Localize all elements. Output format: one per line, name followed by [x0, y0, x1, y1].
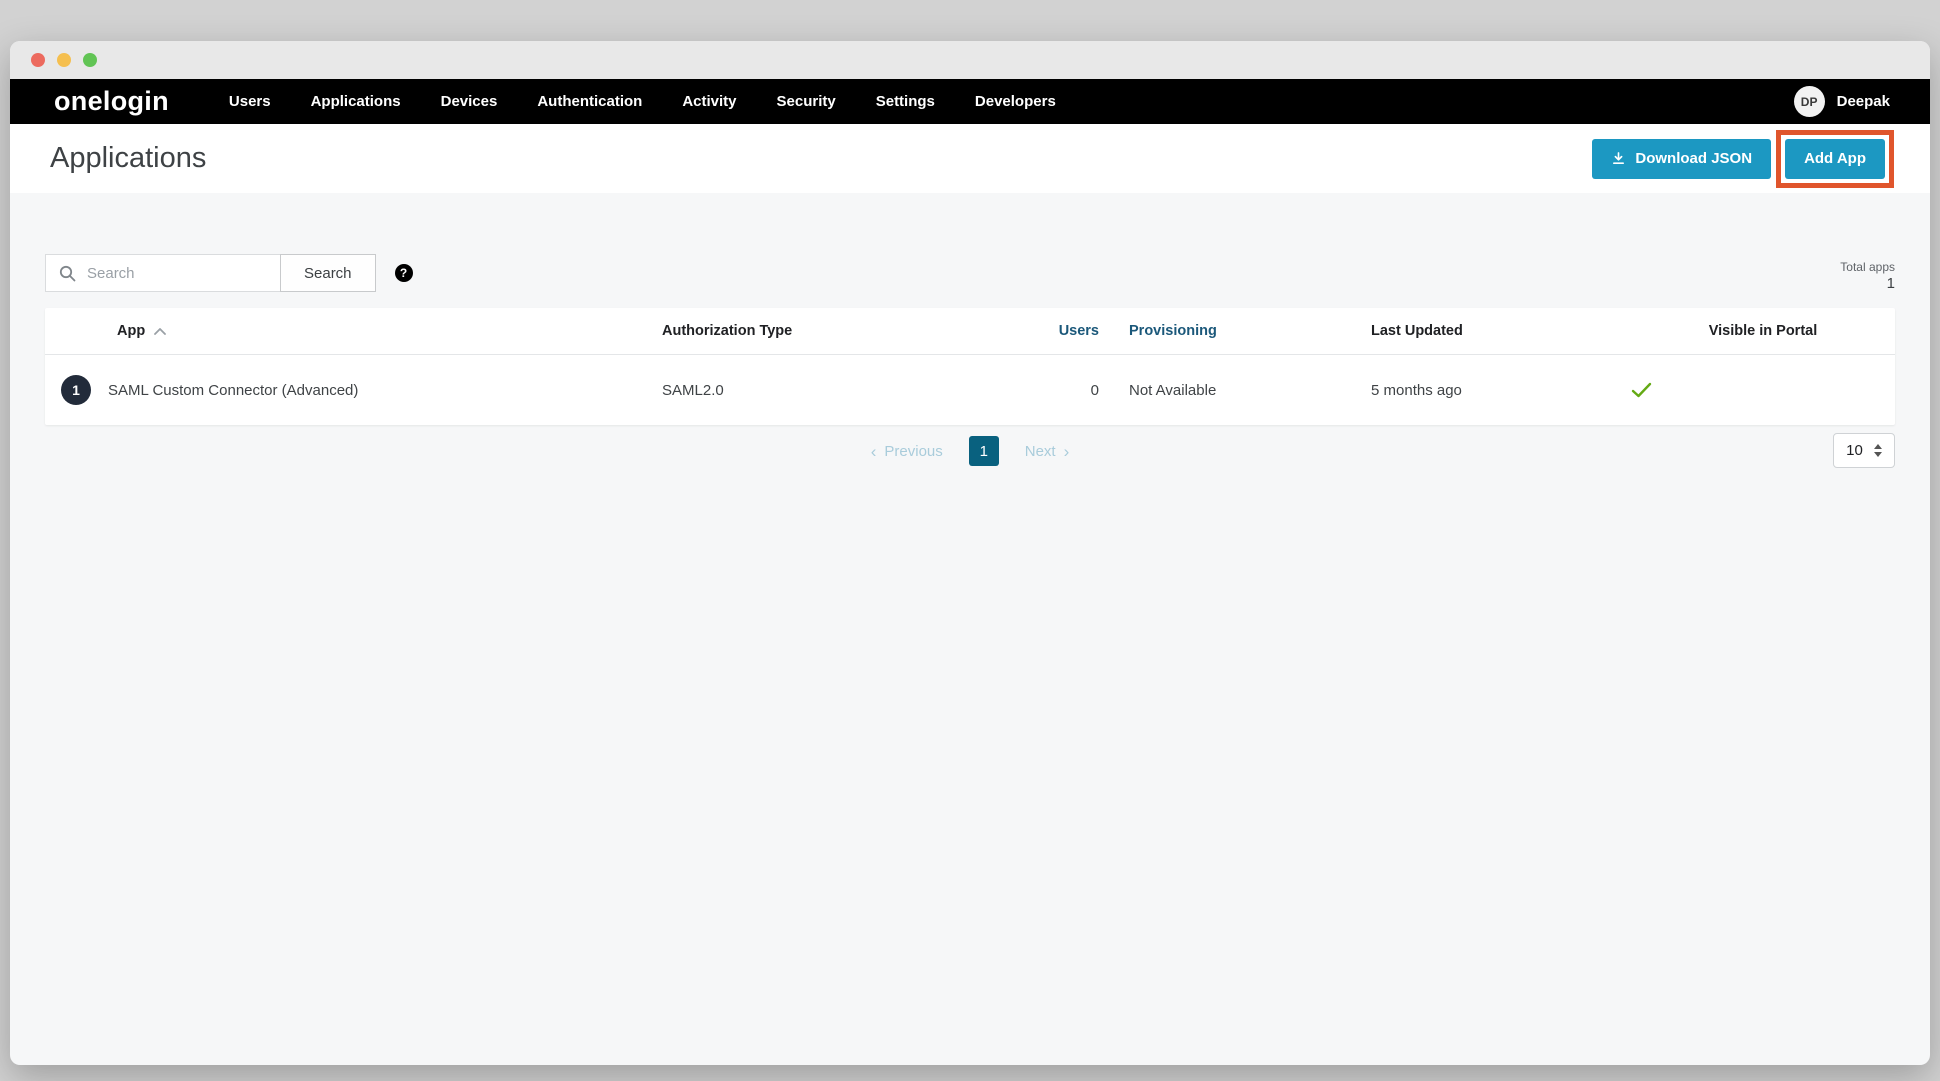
visible-in-portal-cell — [1631, 382, 1895, 398]
page-header: Applications Download JSON Add App — [10, 124, 1930, 193]
search-icon — [59, 265, 76, 282]
add-app-highlight: Add App — [1776, 130, 1894, 188]
total-apps-label: Total apps — [1840, 260, 1895, 274]
content-area: Search ? Total apps 1 App Authorization … — [10, 193, 1930, 1065]
pagination: ‹ Previous 1 Next › — [45, 433, 1895, 469]
next-label: Next — [1025, 443, 1056, 460]
previous-page-button[interactable]: ‹ Previous — [871, 443, 943, 460]
close-button[interactable] — [31, 53, 45, 67]
search-button[interactable]: Search — [280, 254, 376, 292]
nav-item-activity[interactable]: Activity — [682, 93, 736, 110]
search-box — [45, 254, 281, 292]
minimize-button[interactable] — [57, 53, 71, 67]
column-header-app[interactable]: App — [45, 323, 662, 339]
page-size-select[interactable]: 10 — [1833, 433, 1895, 468]
nav-item-developers[interactable]: Developers — [975, 93, 1056, 110]
nav-item-settings[interactable]: Settings — [876, 93, 935, 110]
column-header-users[interactable]: Users — [1029, 323, 1099, 339]
help-icon[interactable]: ? — [395, 264, 413, 282]
add-app-button[interactable]: Add App — [1785, 139, 1885, 179]
download-json-button[interactable]: Download JSON — [1592, 139, 1771, 179]
previous-label: Previous — [884, 443, 942, 460]
current-page-button[interactable]: 1 — [969, 436, 999, 466]
table-row[interactable]: 1 SAML Custom Connector (Advanced) SAML2… — [45, 355, 1895, 425]
stepper-arrows-icon — [1874, 444, 1882, 457]
check-icon — [1631, 382, 1895, 398]
nav-item-users[interactable]: Users — [229, 93, 271, 110]
nav-item-authentication[interactable]: Authentication — [537, 93, 642, 110]
page-title: Applications — [50, 142, 206, 175]
header-actions: Download JSON Add App — [1592, 130, 1894, 188]
chevron-left-icon: ‹ — [871, 443, 877, 460]
user-name: Deepak — [1837, 93, 1890, 110]
window-titlebar — [10, 41, 1930, 79]
column-header-visible-in-portal: Visible in Portal — [1631, 323, 1895, 339]
user-menu[interactable]: DP Deepak — [1794, 86, 1890, 117]
next-page-button[interactable]: Next › — [1025, 443, 1070, 460]
sort-ascending-icon — [154, 328, 166, 335]
app-name[interactable]: SAML Custom Connector (Advanced) — [108, 382, 358, 399]
nav-item-applications[interactable]: Applications — [311, 93, 401, 110]
provisioning-cell: Not Available — [1099, 382, 1371, 399]
app-window: onelogin Users Applications Devices Auth… — [10, 41, 1930, 1065]
column-header-auth-type: Authorization Type — [662, 323, 1029, 339]
nav-item-devices[interactable]: Devices — [441, 93, 498, 110]
app-cell[interactable]: 1 SAML Custom Connector (Advanced) — [45, 375, 662, 405]
app-number-badge: 1 — [61, 375, 91, 405]
chevron-right-icon: › — [1064, 443, 1070, 460]
onelogin-logo: onelogin — [54, 86, 169, 117]
auth-type-cell: SAML2.0 — [662, 382, 1029, 399]
maximize-button[interactable] — [83, 53, 97, 67]
download-json-label: Download JSON — [1635, 150, 1752, 167]
column-header-provisioning[interactable]: Provisioning — [1099, 323, 1371, 339]
toolbar: Search ? Total apps 1 — [45, 254, 1895, 292]
top-navbar: onelogin Users Applications Devices Auth… — [10, 79, 1930, 124]
app-column-label: App — [117, 323, 145, 339]
page-size-value: 10 — [1846, 442, 1863, 459]
column-header-last-updated: Last Updated — [1371, 323, 1631, 339]
nav-menu: Users Applications Devices Authenticatio… — [229, 93, 1056, 110]
avatar[interactable]: DP — [1794, 86, 1825, 117]
search-input[interactable] — [87, 265, 257, 282]
total-apps: Total apps 1 — [1840, 254, 1895, 292]
applications-table: App Authorization Type Users Provisionin… — [45, 308, 1895, 425]
table-header-row: App Authorization Type Users Provisionin… — [45, 308, 1895, 355]
users-cell: 0 — [1029, 382, 1099, 399]
nav-item-security[interactable]: Security — [777, 93, 836, 110]
download-icon — [1611, 151, 1626, 166]
add-app-label: Add App — [1804, 150, 1866, 167]
pagination-row: ‹ Previous 1 Next › 10 — [45, 433, 1895, 469]
total-apps-value: 1 — [1887, 275, 1895, 292]
last-updated-cell: 5 months ago — [1371, 382, 1631, 399]
